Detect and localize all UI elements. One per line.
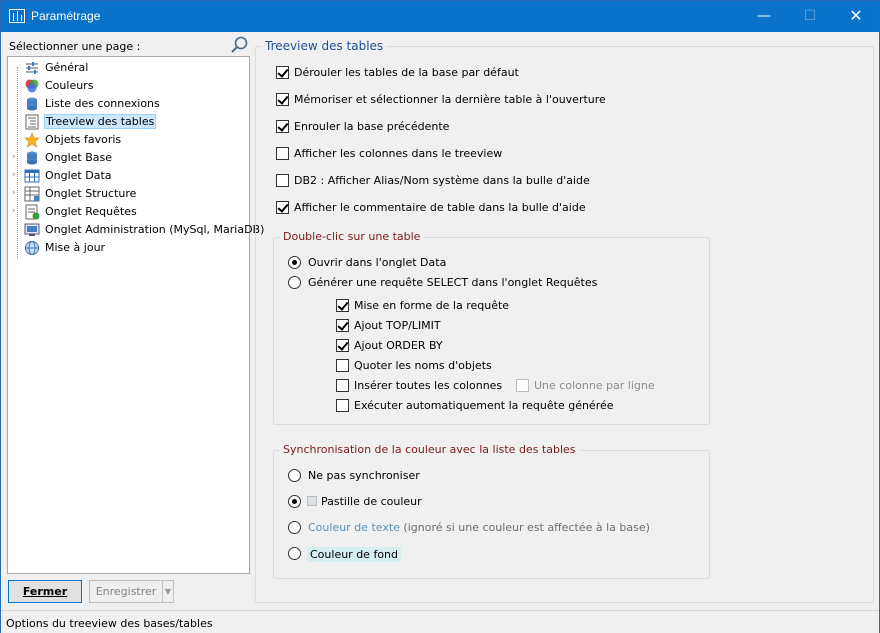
tree-item-onglet-admin[interactable]: Onglet Administration (MySql, MariaDB) [8, 221, 264, 239]
tree-item-onglet-structure[interactable]: › Onglet Structure [8, 185, 248, 203]
chevron-right-icon[interactable]: › [12, 188, 20, 199]
star-icon [24, 132, 40, 148]
chevron-right-icon[interactable]: › [12, 152, 20, 163]
minimize-icon[interactable]: — [741, 1, 787, 32]
sliders-icon [26, 62, 38, 74]
treeview-icon [25, 114, 39, 130]
option-label: Ajout ORDER BY [354, 339, 443, 352]
radio-label: Couleur de texte (ignoré si une couleur … [308, 521, 650, 534]
page-tree[interactable]: Général Couleurs Liste des connexions Tr… [7, 56, 264, 574]
radio-button[interactable] [288, 495, 301, 508]
radio-button[interactable] [288, 256, 301, 269]
option-label: Mémoriser et sélectionner la dernière ta… [294, 93, 606, 106]
tree-item-treeview[interactable]: Treeview des tables [8, 113, 248, 131]
radio-button[interactable] [288, 276, 301, 289]
tree-item-onglet-base[interactable]: › Onglet Base [8, 149, 248, 167]
option-label: Ajout TOP/LIMIT [354, 319, 441, 332]
option-label: Afficher le commentaire de table dans la… [294, 201, 586, 214]
radio-label: Couleur de fond [307, 547, 401, 562]
maximize-icon[interactable]: ☐ [787, 1, 833, 32]
title-bar[interactable]: Paramétrage — ☐ ✕ [1, 1, 879, 32]
checkbox[interactable] [276, 147, 289, 160]
checkbox[interactable] [276, 174, 289, 187]
option-label: Enrouler la base précédente [294, 120, 450, 133]
option-label: Exécuter automatiquement la requête géné… [354, 399, 614, 412]
database-icon [27, 97, 37, 111]
checkbox[interactable] [276, 66, 289, 79]
tree-item-general[interactable]: Général [8, 59, 248, 77]
checkbox[interactable] [516, 379, 529, 392]
radio-button[interactable] [288, 469, 301, 482]
double-click-group-title: Double-clic sur une table [280, 230, 424, 243]
chevron-right-icon[interactable]: › [12, 170, 20, 181]
tree-item-couleurs[interactable]: Couleurs [8, 77, 248, 95]
radio-button[interactable] [288, 547, 301, 560]
radio-button[interactable] [288, 521, 301, 534]
tree-item-connexions[interactable]: Liste des connexions [8, 95, 248, 113]
tree-item-mise-a-jour[interactable]: Mise à jour [8, 239, 248, 257]
save-dropdown-arrow[interactable]: ▼ [162, 580, 174, 603]
treeview-group-title: Treeview des tables [262, 39, 387, 53]
admin-icon [24, 223, 40, 236]
save-button[interactable]: Enregistrer [89, 580, 163, 603]
checkbox[interactable] [276, 93, 289, 106]
option-label: Insérer toutes les colonnes [354, 379, 503, 392]
couleur-texte-label: Couleur de texte [308, 521, 400, 534]
checkbox[interactable] [336, 339, 349, 352]
tree-item-favoris[interactable]: Objets favoris [8, 131, 248, 149]
globe-icon [25, 241, 39, 255]
radio-label: Pastille de couleur [321, 495, 422, 508]
structure-icon [24, 186, 40, 202]
option-label: DB2 : Afficher Alias/Nom système dans la… [294, 174, 590, 187]
checkbox[interactable] [336, 399, 349, 412]
checkbox[interactable] [276, 201, 289, 214]
window-title: Paramétrage [31, 9, 101, 23]
chevron-right-icon[interactable]: › [12, 206, 20, 217]
couleur-texte-note: (ignoré si une couleur est affectée à la… [403, 521, 650, 534]
save-button-label: Enregistrer [95, 585, 157, 598]
radio-label: Générer une requête SELECT dans l'onglet… [308, 276, 598, 289]
close-button-label: Fermer [22, 585, 68, 598]
status-bar: Options du treeview des bases/tables [1, 610, 879, 633]
tree-item-onglet-requetes[interactable]: › Onglet Requêtes [8, 203, 248, 221]
status-text: Options du treeview des bases/tables [6, 617, 213, 630]
database-icon [27, 151, 37, 165]
checkbox[interactable] [276, 120, 289, 133]
option-label: Mise en forme de la requête [354, 299, 510, 312]
app-icon [9, 9, 25, 23]
option-label: Une colonne par ligne [534, 379, 655, 392]
checkbox[interactable] [336, 379, 349, 392]
option-label: Afficher les colonnes dans le treeview [294, 147, 503, 160]
option-label: Dérouler les tables de la base par défau… [294, 66, 519, 79]
radio-label: Ouvrir dans l'onglet Data [308, 256, 447, 269]
checkbox[interactable] [336, 359, 349, 372]
tree-item-onglet-data[interactable]: › Onglet Data [8, 167, 248, 185]
color-swatch [307, 496, 317, 506]
checkbox[interactable] [336, 319, 349, 332]
close-button[interactable]: Fermer [8, 580, 82, 603]
page-select-label: Sélectionner une page : [9, 40, 141, 53]
sync-color-group-title: Synchronisation de la couleur avec la li… [280, 443, 579, 456]
settings-window: Paramétrage — ☐ ✕ Sélectionner une page … [0, 0, 880, 633]
close-icon[interactable]: ✕ [833, 1, 879, 32]
checkbox[interactable] [336, 299, 349, 312]
query-icon [25, 204, 40, 220]
radio-label: Ne pas synchroniser [308, 469, 420, 482]
option-label: Quoter les noms d'objets [354, 359, 492, 372]
color-palette-icon [25, 79, 39, 93]
search-icon[interactable] [230, 36, 248, 54]
grid-icon [24, 169, 40, 183]
